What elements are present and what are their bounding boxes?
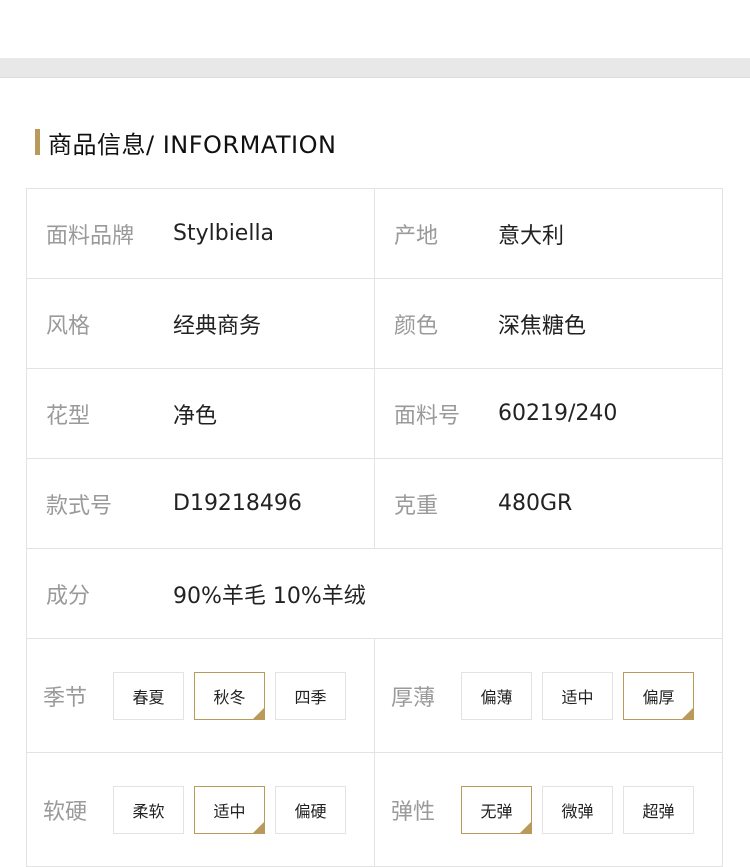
info-cell-weight: 克重 480GR — [375, 459, 723, 548]
option-label: 弹性 — [391, 799, 436, 825]
info-value: 480GR — [498, 491, 573, 516]
info-value: 净色 — [173, 403, 218, 429]
info-row: 风格 经典商务 颜色 深焦糖色 — [27, 279, 723, 369]
option-chip[interactable]: 适中 — [542, 671, 613, 720]
info-label: 产地 — [394, 223, 439, 249]
info-label: 克重 — [394, 493, 439, 519]
info-cell-composition: 成分 90%羊毛 10%羊绒 — [27, 549, 723, 638]
option-group-thickness: 厚薄 偏薄 适中 偏厚 — [375, 639, 723, 752]
option-row: 季节 春夏 秋冬 四季 厚薄 偏薄 适中 偏厚 — [27, 639, 723, 753]
info-value: 90%羊毛 10%羊绒 — [173, 583, 366, 609]
product-info-table: 面料品牌 Stylbiella 产地 意大利 风格 经典商务 颜色 深焦糖色 花… — [26, 188, 723, 867]
option-label: 厚薄 — [391, 685, 436, 711]
top-blank-area — [0, 0, 750, 58]
info-cell-pattern: 花型 净色 — [27, 369, 375, 458]
option-chip[interactable]: 偏厚 — [623, 671, 694, 720]
option-label: 软硬 — [43, 799, 88, 825]
option-group-season: 季节 春夏 秋冬 四季 — [27, 639, 375, 752]
option-chip[interactable]: 春夏 — [113, 671, 184, 720]
info-row: 款式号 D19218496 克重 480GR — [27, 459, 723, 549]
info-label: 成分 — [46, 583, 91, 609]
info-value: D19218496 — [173, 491, 302, 516]
info-value: Stylbiella — [173, 221, 275, 246]
info-cell-color: 颜色 深焦糖色 — [375, 279, 723, 368]
option-chips: 春夏 秋冬 四季 — [113, 671, 356, 720]
option-chip[interactable]: 超弹 — [623, 785, 694, 834]
option-chip[interactable]: 秋冬 — [194, 671, 265, 720]
info-row: 面料品牌 Stylbiella 产地 意大利 — [27, 189, 723, 279]
info-label: 面料品牌 — [46, 223, 135, 249]
option-chip[interactable]: 柔软 — [113, 785, 184, 834]
option-row: 软硬 柔软 适中 偏硬 弹性 无弹 微弹 超弹 — [27, 753, 723, 867]
option-group-elasticity: 弹性 无弹 微弹 超弹 — [375, 753, 723, 866]
option-chip[interactable]: 适中 — [194, 785, 265, 834]
title-accent-bar — [35, 129, 40, 155]
info-cell-fabric-number: 面料号 60219/240 — [375, 369, 723, 458]
option-chip[interactable]: 无弹 — [461, 785, 532, 834]
info-row: 花型 净色 面料号 60219/240 — [27, 369, 723, 459]
option-chips: 柔软 适中 偏硬 — [113, 785, 356, 834]
info-label: 花型 — [46, 403, 91, 429]
section-divider — [0, 58, 750, 78]
option-chip[interactable]: 偏硬 — [275, 785, 346, 834]
info-cell-fabric-brand: 面料品牌 Stylbiella — [27, 189, 375, 278]
info-row: 成分 90%羊毛 10%羊绒 — [27, 549, 723, 639]
option-chips: 无弹 微弹 超弹 — [461, 785, 704, 834]
info-cell-style: 风格 经典商务 — [27, 279, 375, 368]
info-label: 颜色 — [394, 313, 439, 339]
option-chips: 偏薄 适中 偏厚 — [461, 671, 704, 720]
option-chip[interactable]: 微弹 — [542, 785, 613, 834]
info-label: 款式号 — [46, 493, 113, 519]
info-value: 经典商务 — [173, 313, 262, 339]
info-cell-origin: 产地 意大利 — [375, 189, 723, 278]
option-chip[interactable]: 四季 — [275, 671, 346, 720]
info-value: 意大利 — [498, 223, 565, 249]
section-header: 商品信息/ INFORMATION — [35, 126, 337, 159]
option-group-softness: 软硬 柔软 适中 偏硬 — [27, 753, 375, 866]
info-cell-style-number: 款式号 D19218496 — [27, 459, 375, 548]
info-value: 60219/240 — [498, 401, 618, 426]
info-value: 深焦糖色 — [498, 313, 587, 339]
option-chip[interactable]: 偏薄 — [461, 671, 532, 720]
info-label: 风格 — [46, 313, 91, 339]
info-label: 面料号 — [394, 403, 461, 429]
section-title: 商品信息/ INFORMATION — [48, 130, 337, 159]
option-label: 季节 — [43, 685, 88, 711]
